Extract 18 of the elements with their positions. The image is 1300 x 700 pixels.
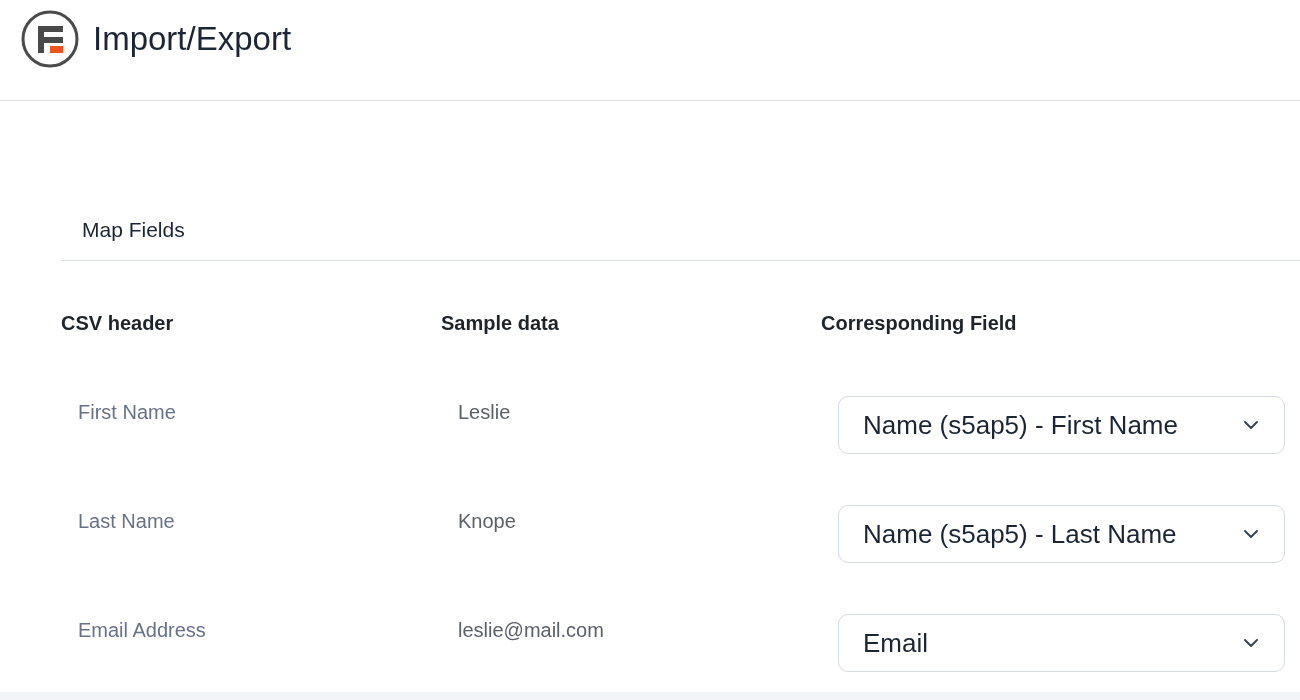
field-dropdown[interactable]: Email [838, 614, 1285, 672]
csv-header-cell-text: Email Address [77, 618, 206, 642]
sample-data-cell-text: Knope [457, 509, 516, 533]
chevron-down-icon [1244, 421, 1258, 429]
page-title: Import/Export [93, 19, 292, 59]
chevron-down-icon [1244, 639, 1258, 647]
csv-header-cell-text: First Name [77, 400, 176, 424]
chevron-down-icon [1244, 530, 1258, 538]
column-header: Sample data [441, 311, 560, 335]
sample-data-cell-text: Leslie [457, 400, 511, 424]
column-header: CSV header [61, 311, 175, 335]
sample-data-cell-text: leslie@mail.com [457, 618, 604, 642]
field-dropdown[interactable]: Name (s5ap5) - First Name [838, 396, 1285, 454]
section-title: Map Fields [81, 217, 185, 243]
csv-header-cell-text: Last Name [77, 509, 175, 533]
field-dropdown[interactable]: Name (s5ap5) - Last Name [838, 505, 1285, 563]
logo-icon [21, 10, 79, 68]
column-header: Corresponding Field [821, 311, 1018, 335]
